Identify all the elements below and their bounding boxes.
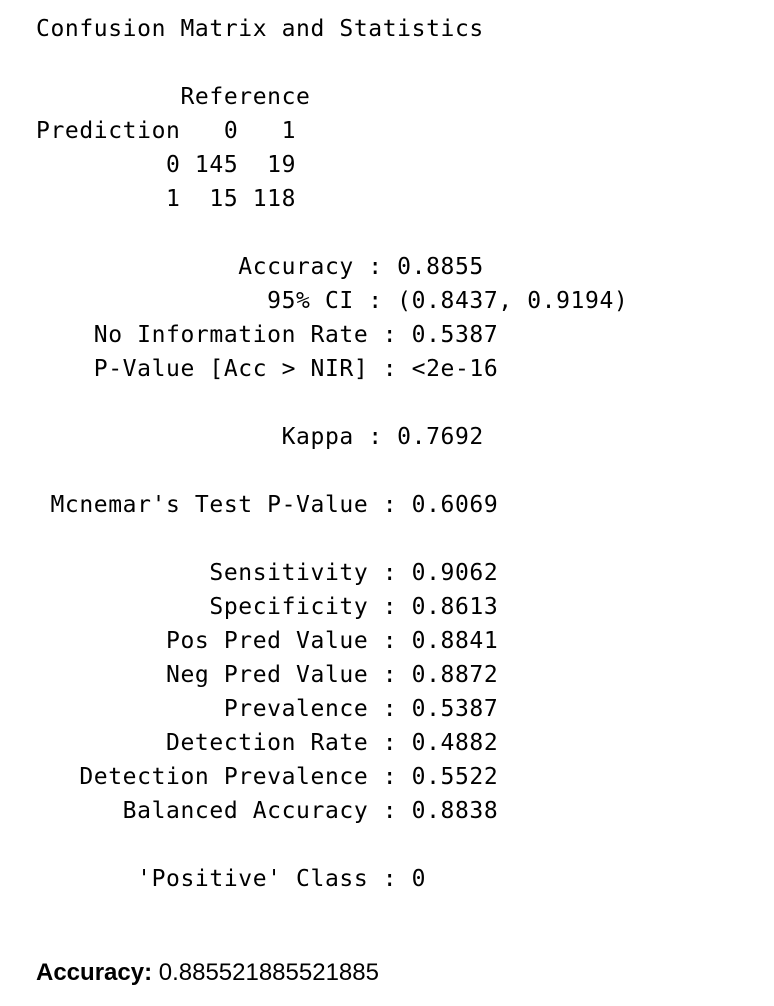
stat-positive-class: 'Positive' Class : 0 (36, 866, 427, 892)
stat-detection-prevalence: Detection Prevalence : 0.5522 (36, 764, 499, 790)
stat-specificity: Specificity : 0.8613 (36, 594, 499, 620)
stat-neg-pred-value: Neg Pred Value : 0.8872 (36, 662, 499, 688)
stat-ci: 95% CI : (0.8437, 0.9194) (36, 288, 629, 314)
stat-pos-pred-value: Pos Pred Value : 0.8841 (36, 628, 499, 654)
matrix-row-0: 0 145 19 (36, 152, 297, 178)
matrix-prediction-header: Prediction 0 1 (36, 118, 297, 144)
stat-accuracy: Accuracy : 0.8855 (36, 254, 484, 280)
stat-no-information-rate: No Information Rate : 0.5387 (36, 322, 499, 348)
stat-sensitivity: Sensitivity : 0.9062 (36, 560, 499, 586)
output-title: Confusion Matrix and Statistics (36, 16, 484, 42)
stat-kappa: Kappa : 0.7692 (36, 424, 484, 450)
accuracy-footer-value: 0.885521885521885 (152, 959, 379, 986)
stat-detection-rate: Detection Rate : 0.4882 (36, 730, 499, 756)
matrix-reference-header: Reference (36, 84, 311, 110)
accuracy-footer: Accuracy: 0.885521885521885 (36, 956, 379, 990)
accuracy-footer-label: Accuracy: (36, 959, 153, 986)
stat-p-value: P-Value [Acc > NIR] : <2e-16 (36, 356, 499, 382)
matrix-row-1: 1 15 118 (36, 186, 297, 212)
stat-mcnemar: Mcnemar's Test P-Value : 0.6069 (36, 492, 499, 518)
stat-prevalence: Prevalence : 0.5387 (36, 696, 499, 722)
stat-balanced-accuracy: Balanced Accuracy : 0.8838 (36, 798, 499, 824)
